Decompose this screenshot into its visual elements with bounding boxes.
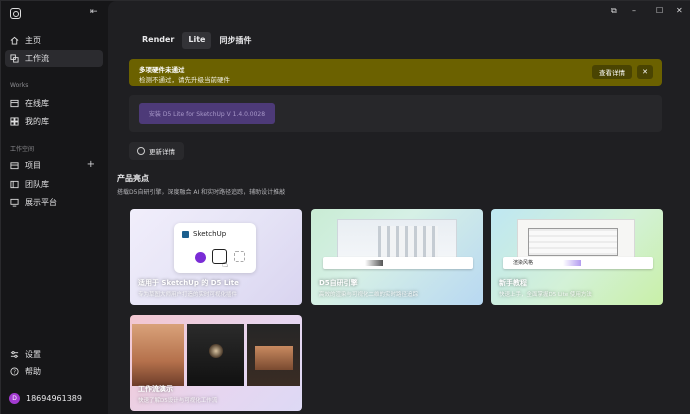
close-window-icon[interactable]: ✕	[676, 6, 683, 15]
add-project-icon[interactable]: +	[87, 160, 95, 170]
my-library-icon	[10, 117, 19, 126]
sidebar-item-online-library[interactable]: 在线库	[5, 95, 103, 112]
sidebar-item-label: 在线库	[25, 99, 49, 108]
main-panel: ⧉ – ☐ ✕ Render Lite 同步插件 多项硬件未通过 检测不通过，请…	[108, 1, 690, 414]
interior-image-1	[132, 324, 184, 386]
card-tutorial[interactable]: 渲染风格 新手教程 快速上手，全面掌握D5 Lite 使用方法	[491, 209, 663, 305]
view-details-button[interactable]: 查看详情	[592, 65, 632, 79]
sidebar-item-label: 展示平台	[25, 198, 57, 207]
settings-icon	[10, 350, 19, 359]
project-icon	[10, 161, 19, 170]
style-toolbar: 渲染风格	[503, 257, 653, 269]
sidebar-item-team-library[interactable]: 团队库	[5, 176, 103, 193]
product-tabs: Render Lite 同步插件	[136, 32, 259, 49]
sidebar-item-label: 主页	[25, 36, 41, 45]
hardware-alert: 多项硬件未通过 检测不通过，请先升级当前硬件 查看详情 ✕	[129, 59, 662, 86]
card-description: 专为草图大师用户打造的实时可视化插件	[138, 292, 238, 298]
sidebar-item-workflow[interactable]: 工作流	[5, 50, 103, 67]
install-button[interactable]: 安装 D5 Lite for SketchUp V 1.4.0.0028	[139, 103, 275, 124]
d5-plugin-icon	[195, 252, 206, 263]
sidebar: ⇤ 主页 工作流 Works 在线库 我的库 工作空间 项目 + 团队库 展示平…	[1, 1, 108, 414]
tab-lite[interactable]: Lite	[182, 32, 212, 49]
sidebar-item-project[interactable]: 项目 +	[5, 157, 103, 174]
card-illustration: SketchUp ☝	[174, 223, 256, 273]
highlights-title: 产品亮点	[117, 174, 149, 183]
sidebar-item-label: 帮助	[25, 367, 41, 376]
online-library-icon	[10, 99, 19, 108]
interior-image-3	[247, 324, 300, 386]
minimize-icon[interactable]: –	[632, 6, 636, 15]
update-details-label: 更新详情	[149, 148, 175, 156]
card-title: 工作流演示	[138, 385, 173, 393]
card-description: 高效的渲染与可视化二维的实时路径追踪	[319, 292, 419, 298]
cursor-icon: ☝	[222, 259, 229, 270]
sidebar-item-home[interactable]: 主页	[5, 32, 103, 49]
alert-title: 多项硬件未通过	[139, 66, 185, 74]
showcase-icon	[10, 198, 19, 207]
tab-sync-plugin[interactable]: 同步插件	[213, 32, 257, 49]
sidebar-item-label: 我的库	[25, 117, 49, 126]
sidebar-item-settings[interactable]: 设置	[5, 346, 103, 363]
avatar: D	[9, 393, 20, 404]
home-icon	[10, 36, 19, 45]
sketchup-label: SketchUp	[193, 230, 227, 238]
card-sketchup[interactable]: SketchUp ☝ 适用于 SketchUp 的 D5 Lite 专为草图大师…	[130, 209, 302, 305]
card-description: 快速了解D5设计与可视化工作流	[138, 398, 218, 404]
card-title: 适用于 SketchUp 的 D5 Lite	[138, 279, 239, 287]
close-alert-button[interactable]: ✕	[637, 65, 653, 79]
alert-subtitle: 检测不通过，请先升级当前硬件	[139, 76, 230, 84]
user-profile[interactable]: D 18694961389	[9, 393, 82, 404]
sketch-image	[517, 219, 635, 261]
maximize-icon[interactable]: ☐	[656, 6, 663, 15]
card-title: 新手教程	[499, 279, 527, 287]
workspace-section-title: 工作空间	[10, 146, 35, 153]
sidebar-item-label: 设置	[25, 350, 41, 359]
user-name: 18694961389	[26, 394, 82, 403]
interior-image-2	[187, 324, 244, 386]
sidebar-item-help[interactable]: ? 帮助	[5, 363, 103, 380]
chat-icon	[137, 147, 145, 155]
card-d5-engine[interactable]: D5自研引擎 高效的渲染与可视化二维的实时路径追踪	[311, 209, 483, 305]
help-icon: ?	[10, 367, 19, 376]
sketchup-icon	[182, 230, 189, 238]
update-details-button[interactable]: 更新详情	[129, 142, 184, 160]
sidebar-item-my-library[interactable]: 我的库	[5, 113, 103, 130]
render-toolbar	[323, 257, 473, 269]
highlights-subtitle: 搭载D5自研引擎，深度融合 AI 和实时路径追踪，辅助设计推敲	[117, 189, 286, 196]
toolbar-label: 渲染风格	[513, 260, 534, 266]
d5-logo-icon	[10, 8, 21, 19]
sidebar-item-showcase[interactable]: 展示平台	[5, 194, 103, 211]
collapse-sidebar-icon[interactable]: ⇤	[90, 7, 98, 17]
workflow-icon	[10, 54, 19, 63]
install-panel: 安装 D5 Lite for SketchUp V 1.4.0.0028	[129, 95, 662, 132]
restore-window-icon[interactable]: ⧉	[611, 6, 617, 16]
tab-render[interactable]: Render	[136, 32, 180, 49]
team-library-icon	[10, 180, 19, 189]
card-title: D5自研引擎	[319, 279, 358, 287]
sidebar-item-label: 团队库	[25, 180, 49, 189]
works-section-title: Works	[10, 82, 29, 89]
app-window: ⇤ 主页 工作流 Works 在线库 我的库 工作空间 项目 + 团队库 展示平…	[0, 0, 690, 414]
card-workflow-demo[interactable]: 工作流演示 快速了解D5设计与可视化工作流	[130, 315, 302, 411]
cube-icon	[234, 251, 245, 262]
sidebar-item-label: 项目	[25, 161, 41, 170]
svg-text:?: ?	[13, 370, 16, 376]
sidebar-item-label: 工作流	[25, 54, 49, 63]
card-description: 快速上手，全面掌握D5 Lite 使用方法	[499, 292, 592, 298]
